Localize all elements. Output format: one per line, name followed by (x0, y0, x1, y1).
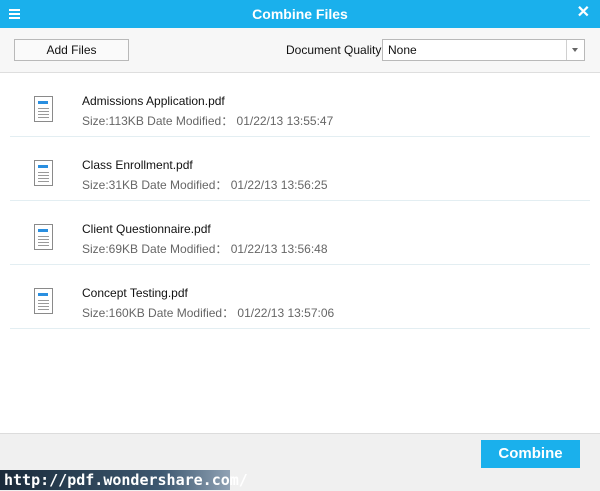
window-title: Combine Files (252, 6, 348, 22)
file-meta: Size:69KB Date Modified： 01/22/13 13:56:… (82, 242, 328, 256)
document-quality-value: None (388, 43, 417, 57)
pdf-file-icon (34, 96, 53, 122)
file-meta: Size:160KB Date Modified： 01/22/13 13:57… (82, 306, 335, 320)
list-item[interactable]: Class Enrollment.pdf Size:31KB Date Modi… (10, 137, 590, 201)
file-name: Admissions Application.pdf (82, 94, 225, 108)
file-name: Concept Testing.pdf (82, 286, 188, 300)
file-name: Client Questionnaire.pdf (82, 222, 211, 236)
pdf-file-icon (34, 288, 53, 314)
close-icon[interactable]: ✕ (577, 5, 590, 21)
title-bar: Combine Files ✕ (0, 0, 600, 28)
list-item[interactable]: Admissions Application.pdf Size:113KB Da… (10, 73, 590, 137)
chevron-down-icon[interactable] (566, 40, 584, 60)
pdf-file-icon (34, 224, 53, 250)
toolbar: Add Files Document Quality: None (0, 28, 600, 73)
watermark-url-text: http://pdf.wondershare.com/ (4, 471, 248, 489)
file-list: Admissions Application.pdf Size:113KB Da… (0, 73, 600, 433)
file-name: Class Enrollment.pdf (82, 158, 193, 172)
pdf-file-icon (34, 160, 53, 186)
file-meta: Size:113KB Date Modified： 01/22/13 13:55… (82, 114, 334, 128)
list-item[interactable]: Client Questionnaire.pdf Size:69KB Date … (10, 201, 590, 265)
list-item[interactable]: Concept Testing.pdf Size:160KB Date Modi… (10, 265, 590, 329)
add-files-button[interactable]: Add Files (14, 39, 129, 61)
document-quality-label: Document Quality: (286, 43, 385, 57)
watermark-url: http://pdf.wondershare.com/ (0, 470, 248, 490)
document-quality-select[interactable]: None (382, 39, 585, 61)
file-meta: Size:31KB Date Modified： 01/22/13 13:56:… (82, 178, 328, 192)
combine-button[interactable]: Combine (481, 440, 580, 468)
